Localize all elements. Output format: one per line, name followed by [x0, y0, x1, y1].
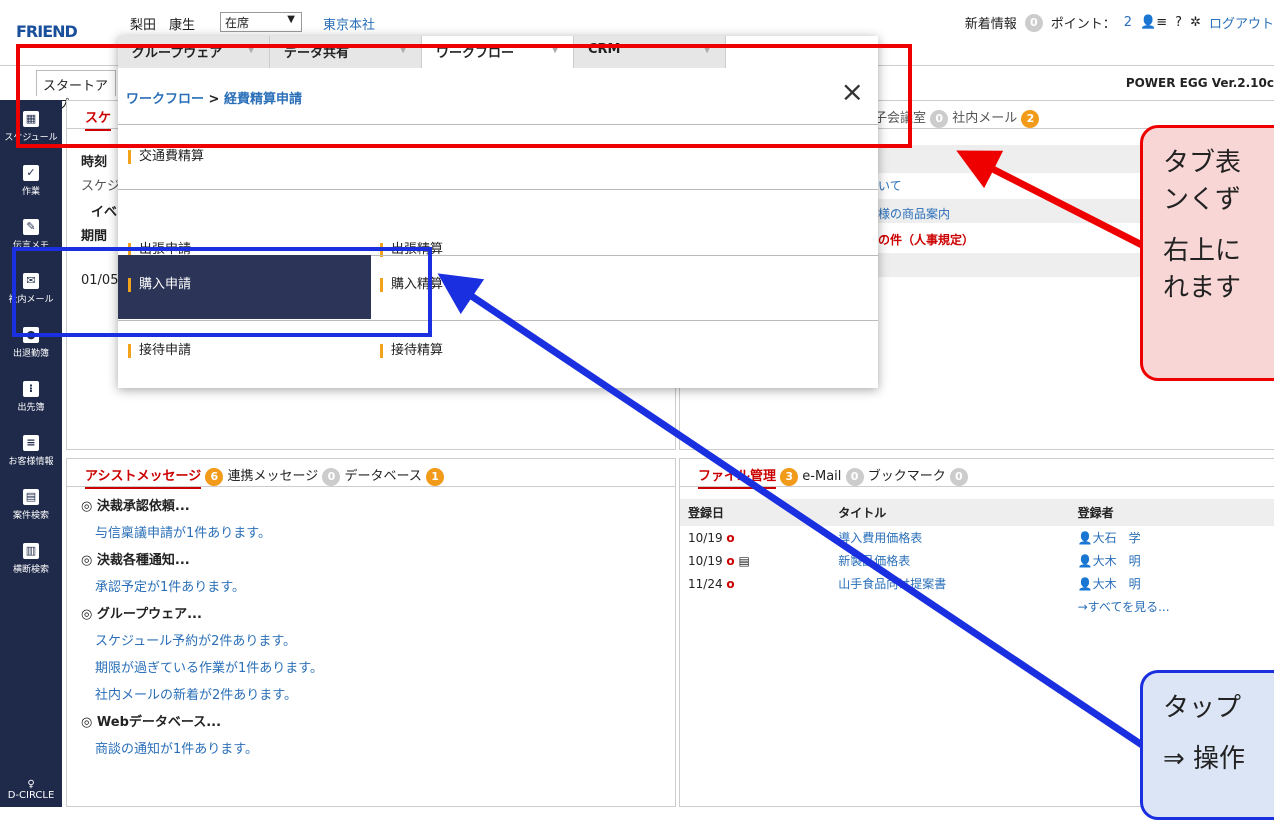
blue-arrow: [437, 273, 1144, 748]
annotation-arrows: [437, 150, 1144, 748]
red-callout: タブ表 ンくず 右上に れます: [1140, 125, 1274, 381]
red-arrow: [956, 150, 1144, 249]
blue-callout: タップ ⇒ 操作: [1140, 670, 1274, 820]
